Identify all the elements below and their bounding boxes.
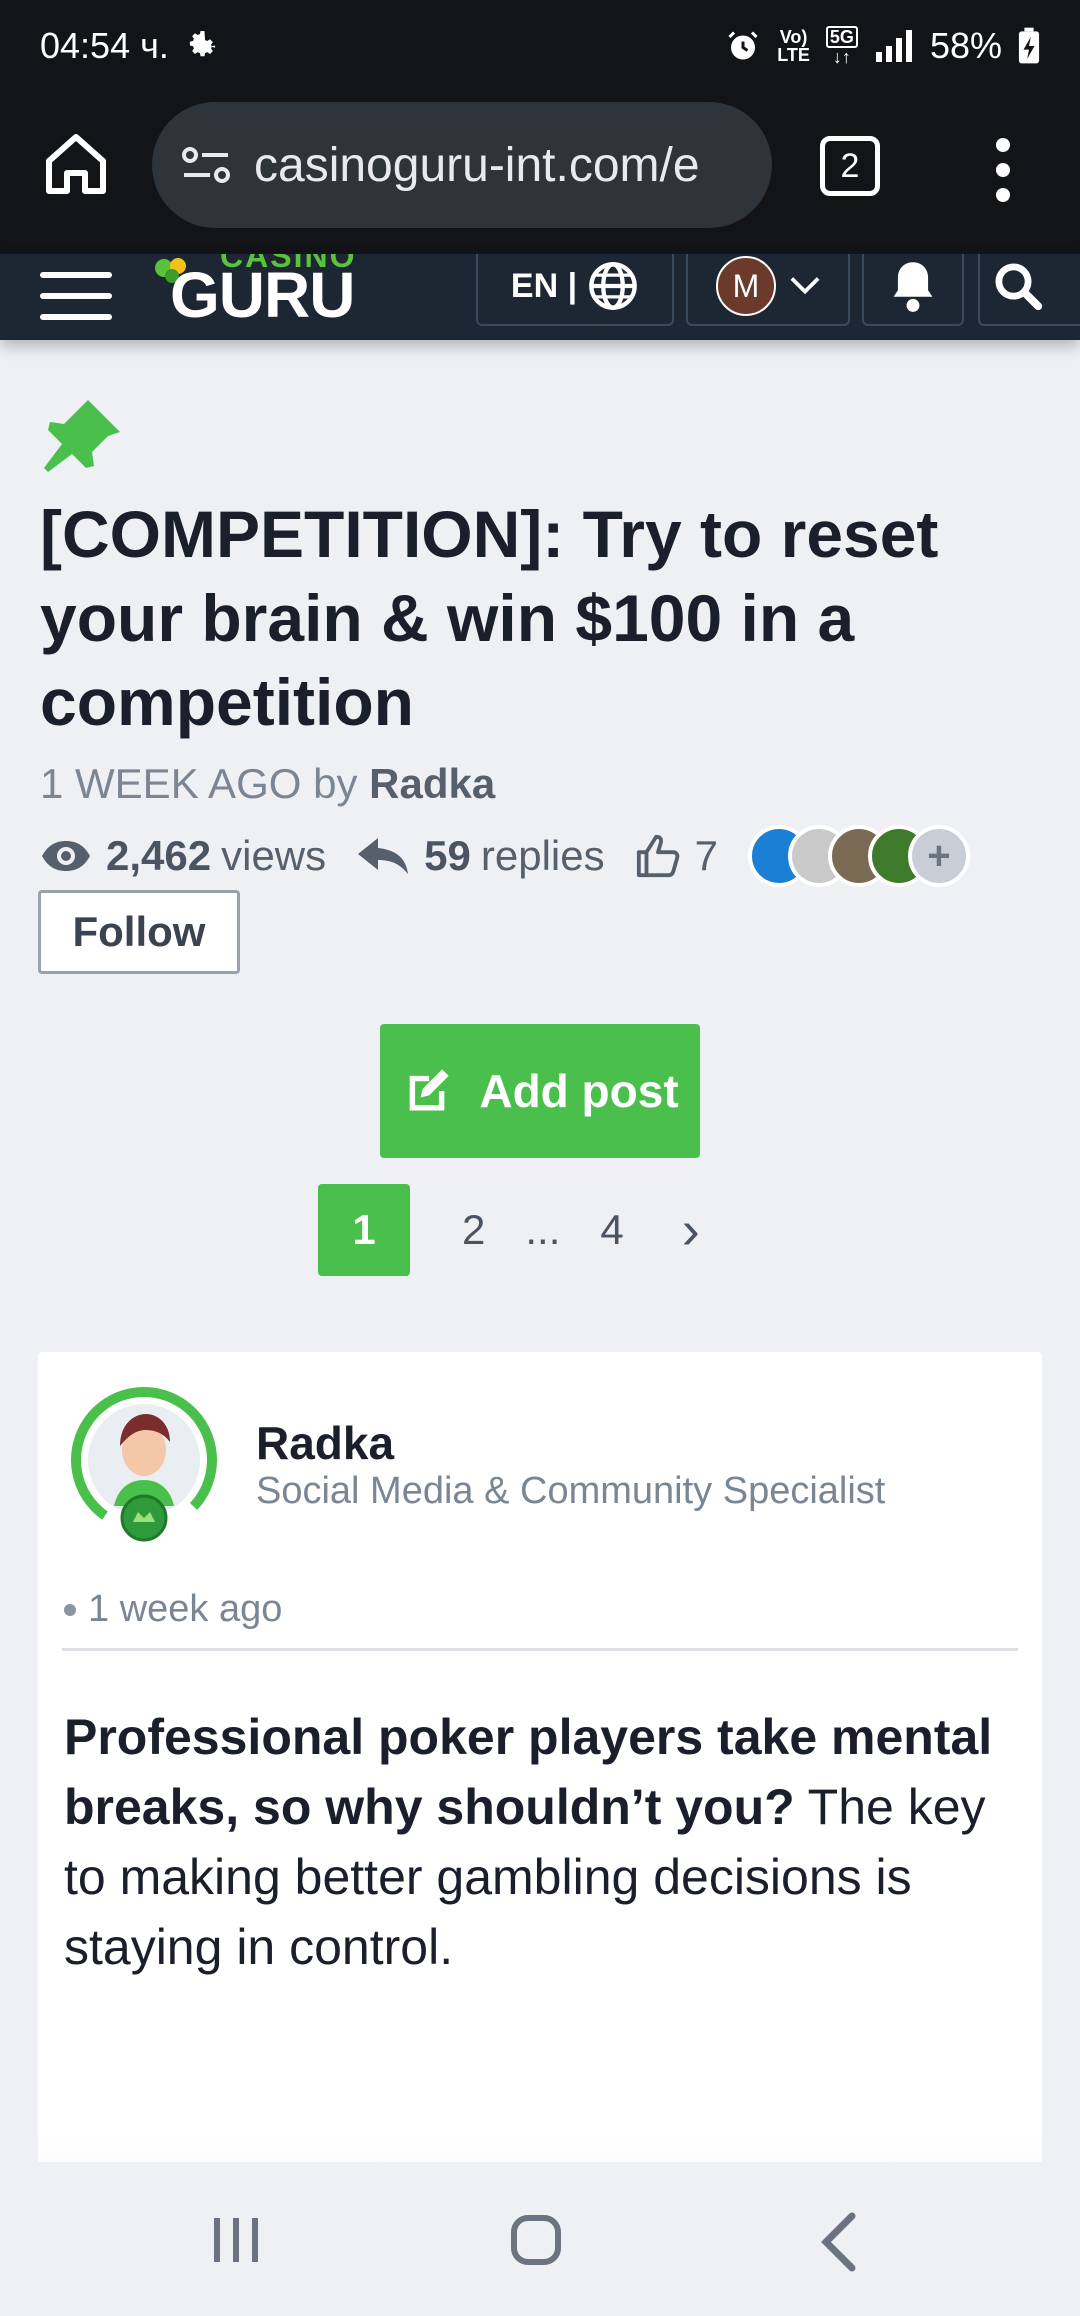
likes-stat[interactable]: 7 [635, 832, 718, 880]
add-post-label: Add post [479, 1065, 679, 1117]
thread-time-ago: 1 WEEK AGO [40, 760, 302, 807]
post-body: Professional poker players take mental b… [64, 1702, 1004, 1982]
post-author-role: Social Media & Community Specialist [256, 1470, 886, 1512]
volte-indicator: Vo) LTE [777, 27, 810, 65]
globe-icon [589, 262, 637, 310]
tab-count: 2 [840, 146, 860, 185]
page-ellipsis: ... [525, 1206, 561, 1253]
alarm-icon [728, 31, 758, 60]
thread-author-link[interactable]: Radka [369, 760, 495, 807]
site-header: CASINO GURU EN | M [0, 254, 1080, 340]
likes-count: 7 [694, 832, 718, 879]
time-dot [64, 1603, 76, 1616]
chevron-down-icon [790, 277, 820, 295]
language-label: EN | [510, 266, 578, 305]
replies-count: 59 [424, 832, 471, 879]
logo-guru-text[interactable]: GURU [170, 258, 355, 332]
bell-icon [893, 262, 933, 312]
back-nav-icon[interactable] [816, 2212, 860, 2272]
post-timestamp: 1 week ago [64, 1588, 282, 1631]
add-post-button[interactable]: Add post [380, 1024, 700, 1158]
post-time-text: 1 week ago [88, 1588, 283, 1630]
browser-toolbar: casinoguru-int.com/e 2 [0, 92, 1080, 254]
eye-icon [42, 841, 90, 871]
edit-icon [410, 1069, 450, 1111]
language-selector[interactable]: EN | [476, 254, 674, 326]
site-settings-icon[interactable] [180, 143, 232, 187]
views-count: 2,462 [106, 832, 212, 879]
next-page-chevron-icon[interactable]: › [682, 1199, 700, 1261]
signal-icon [875, 30, 912, 62]
search-icon [995, 263, 1043, 311]
thumbs-up-icon[interactable] [635, 833, 681, 879]
battery-percent: 58% [929, 25, 1002, 66]
url-text: casinoguru-int.com/e [254, 138, 700, 192]
thread-stats: 2,462 views 59 replies 7 + [40, 825, 970, 887]
pinned-thread-icon [44, 400, 120, 472]
home-nav-icon[interactable] [508, 2212, 564, 2268]
thread-by-label: by [313, 760, 358, 807]
views-label: views [221, 832, 327, 879]
author-avatar[interactable] [70, 1386, 218, 1546]
divider [62, 1648, 1018, 1651]
home-icon[interactable] [40, 128, 112, 200]
follow-button[interactable]: Follow [38, 890, 240, 974]
post-author-name[interactable]: Radka [256, 1416, 394, 1470]
settings-gear-icon [189, 31, 215, 57]
page-link[interactable]: 4 [600, 1206, 623, 1254]
tab-switcher-button[interactable]: 2 [820, 136, 880, 196]
battery-charging-icon [1018, 27, 1040, 64]
more-participants-icon[interactable]: + [907, 825, 970, 887]
more-options-icon[interactable] [990, 138, 1016, 202]
network-type: 5G ↓↑ [825, 26, 858, 66]
address-bar[interactable]: casinoguru-int.com/e [152, 102, 772, 228]
recent-apps-icon[interactable] [210, 2212, 262, 2268]
search-button[interactable] [978, 254, 1080, 326]
user-menu-button[interactable]: M [686, 254, 850, 326]
reply-arrow-icon [358, 838, 409, 874]
pagination: 1 2 ... 4 › [318, 1184, 700, 1276]
post-card: Radka Social Media & Community Specialis… [38, 1352, 1042, 2252]
thread-title: [COMPETITION]: Try to reset your brain &… [40, 497, 939, 739]
replies-stat: 59 replies [356, 832, 605, 880]
participant-avatars[interactable]: + [747, 825, 970, 887]
page-link[interactable]: 2 [462, 1206, 485, 1254]
system-nav-bar [0, 2162, 1080, 2316]
notifications-button[interactable] [862, 254, 964, 326]
status-time: 04:54 ч. [40, 25, 169, 66]
replies-label: replies [480, 832, 605, 879]
user-avatar: M [716, 256, 776, 316]
menu-hamburger-icon[interactable] [40, 272, 112, 320]
status-bar: 04:54 ч. Vo) LTE 5G ↓↑ 58% [0, 0, 1080, 92]
thread-meta: 1 WEEK AGO by Radka [40, 760, 495, 808]
page-current[interactable]: 1 [318, 1184, 410, 1276]
views-stat: 2,462 views [40, 832, 326, 880]
